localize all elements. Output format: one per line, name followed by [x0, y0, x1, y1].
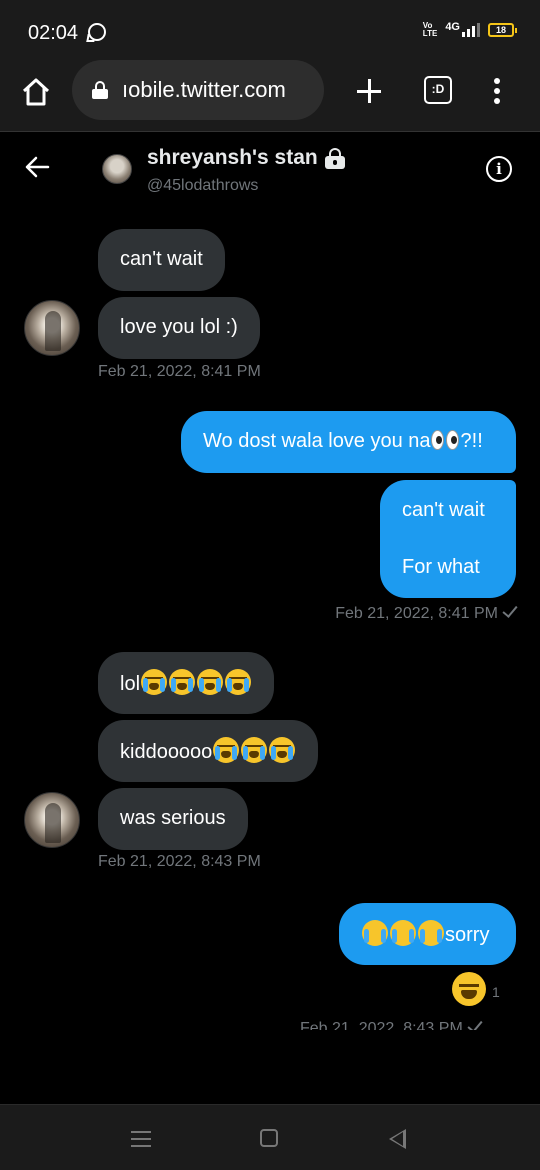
tab-switcher-button[interactable]: :D [424, 76, 452, 104]
message-text: Wo dost wala love you na [203, 430, 431, 452]
message-text-suffix: ?!! [460, 430, 483, 452]
message-text-line: can't wait [402, 499, 485, 521]
message-bubble-received[interactable]: was serious [98, 788, 248, 850]
home-icon[interactable] [20, 76, 52, 108]
battery-icon: 18 [488, 23, 517, 37]
message-text: was serious [120, 807, 226, 829]
sent-check-icon [502, 602, 518, 618]
crying-emoji-icon [141, 669, 168, 695]
whatsapp-icon [88, 23, 106, 41]
message-bubble-received[interactable]: love you lol :) [98, 297, 260, 359]
reaction-count: 1 [492, 984, 500, 1000]
message-bubble-received[interactable]: kiddooooo [98, 720, 319, 782]
message-text: sorry [445, 924, 490, 946]
message-text: kiddooooo [120, 741, 213, 763]
sender-avatar[interactable] [24, 300, 80, 356]
message-timestamp-text: Feb 21, 2022, 8:43 PM [300, 1020, 463, 1030]
chat-header: shreyansh's stan @45lodathrows i [0, 133, 540, 205]
system-navigation-bar [0, 1104, 540, 1170]
protected-lock-icon [324, 147, 346, 169]
status-bar: 02:04 Vo LTE 4G 18 [0, 0, 540, 60]
lock-icon [92, 81, 108, 99]
message-bubble-received[interactable]: can't wait [98, 229, 225, 291]
message-timestamp: Feb 21, 2022, 8:43 PM [300, 1018, 530, 1030]
reaction-emoji-icon[interactable] [452, 972, 486, 1006]
tears-of-joy-emoji-icon [362, 920, 388, 946]
message-bubble-received[interactable]: lol [98, 652, 275, 714]
message-timestamp: Feb 21, 2022, 8:43 PM [98, 853, 261, 870]
home-square-icon[interactable] [260, 1129, 278, 1147]
crying-emoji-icon [225, 669, 252, 695]
address-bar[interactable]: ıobile.twitter.com [72, 60, 324, 120]
message-bubble-sent[interactable]: Wo dost wala love you na?!! [181, 411, 516, 473]
message-bubble-sent[interactable]: can't wait For what [380, 480, 516, 598]
sent-check-icon [467, 1018, 483, 1030]
crying-emoji-icon [169, 669, 196, 695]
crying-emoji-icon [197, 669, 224, 695]
conversation-name[interactable]: shreyansh's stan [147, 146, 346, 170]
message-text-line: For what [402, 556, 480, 578]
message-timestamp: Feb 21, 2022, 8:41 PM [98, 363, 261, 380]
message-timestamp: Feb 21, 2022, 8:41 PM [335, 602, 518, 623]
message-text: love you lol :) [120, 316, 238, 338]
conversation-name-text: shreyansh's stan [147, 146, 318, 169]
status-time: 02:04 [28, 22, 79, 44]
recents-menu-icon[interactable] [131, 1131, 151, 1147]
status-indicators: Vo LTE 4G 18 [422, 21, 517, 38]
back-arrow-icon[interactable] [24, 155, 50, 179]
url-text: ıobile.twitter.com [122, 77, 286, 102]
message-timestamp-text: Feb 21, 2022, 8:41 PM [335, 605, 498, 622]
conversation-avatar[interactable] [102, 154, 132, 184]
conversation-handle: @45lodathrows [147, 177, 259, 194]
overflow-menu-icon[interactable] [494, 78, 500, 104]
eyes-emoji-icon [430, 430, 461, 450]
signal-icon [462, 23, 480, 37]
browser-toolbar: ıobile.twitter.com :D [0, 60, 540, 132]
message-text: can't wait [120, 248, 203, 270]
back-triangle-icon[interactable] [389, 1129, 406, 1149]
message-text: lol [120, 673, 141, 695]
new-tab-icon[interactable] [352, 74, 386, 108]
info-icon[interactable]: i [486, 156, 512, 182]
message-bubble-sent[interactable]: sorry [339, 903, 516, 965]
sender-avatar[interactable] [24, 792, 80, 848]
crying-emoji-icon [269, 737, 296, 763]
message-timestamp-clipped: Feb 21, 2022, 8:43 PM [300, 1018, 530, 1030]
tears-of-joy-emoji-icon [418, 920, 444, 946]
tears-of-joy-emoji-icon [390, 920, 416, 946]
network-type: 4G [445, 21, 460, 33]
battery-level: 18 [495, 25, 506, 35]
volte-icon: Vo LTE [422, 21, 438, 38]
crying-emoji-icon [241, 737, 268, 763]
crying-emoji-icon [213, 737, 240, 763]
